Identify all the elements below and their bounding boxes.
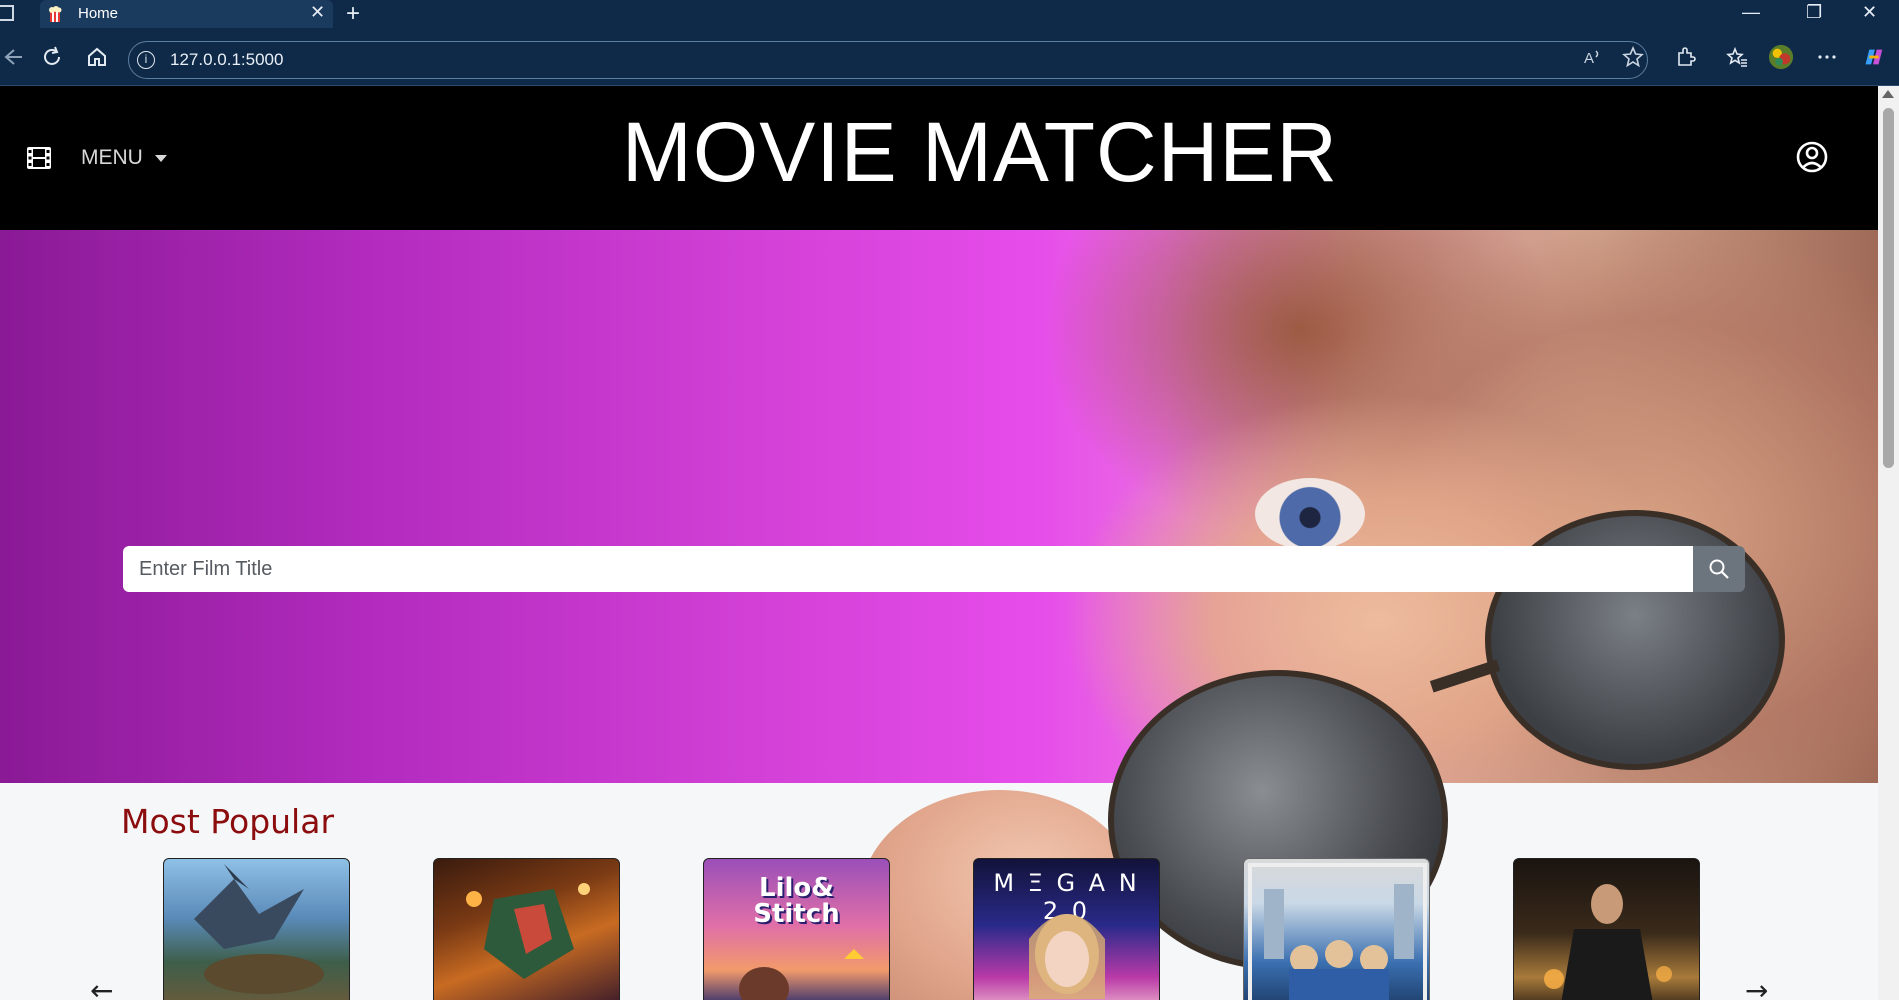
- most-popular-carousel: ← Lilo& Stitch M Ξ G A N 2.0 →: [0, 856, 1878, 1000]
- hero-sunglasses-bridge: [1429, 659, 1501, 693]
- browser-tab[interactable]: Home ✕: [40, 0, 333, 28]
- search-button[interactable]: [1693, 546, 1745, 592]
- site-header: MENU MOVIE MATCHER: [0, 86, 1878, 230]
- site-info-icon[interactable]: i: [137, 51, 155, 69]
- close-tab-icon[interactable]: ✕: [310, 2, 325, 23]
- profile-avatar-icon[interactable]: [1768, 44, 1794, 70]
- poster-art-action: [1544, 884, 1672, 1000]
- url-text[interactable]: 127.0.0.1:5000: [170, 50, 283, 70]
- poster-art-dragon: [194, 864, 324, 994]
- refresh-icon[interactable]: [39, 44, 65, 70]
- page-scrollbar[interactable]: [1878, 86, 1899, 1000]
- carousel-next-arrow[interactable]: →: [1745, 974, 1768, 1000]
- minimize-button[interactable]: —: [1742, 2, 1760, 23]
- scrollbar-thumb[interactable]: [1883, 108, 1894, 468]
- favorite-star-icon[interactable]: [1620, 44, 1646, 70]
- restore-button[interactable]: ❐: [1806, 2, 1822, 23]
- search-bar: [123, 546, 1745, 592]
- movie-poster[interactable]: [163, 858, 350, 1000]
- hero-eye: [1255, 478, 1365, 550]
- poster-art-anime: [466, 883, 590, 979]
- user-account-icon[interactable]: [1795, 140, 1829, 179]
- movie-poster[interactable]: [433, 858, 620, 1000]
- film-title-search-input[interactable]: [123, 546, 1693, 592]
- read-aloud-icon[interactable]: A: [1580, 44, 1606, 70]
- hero-banner: [0, 230, 1878, 1000]
- copilot-icon[interactable]: [1860, 44, 1886, 70]
- home-icon[interactable]: [84, 44, 110, 70]
- browser-titlebar: Home ✕ + — ❐ ✕: [0, 0, 1899, 28]
- tab-title: Home: [78, 5, 119, 22]
- svg-text:A: A: [1584, 50, 1594, 67]
- address-bar[interactable]: [128, 41, 1648, 79]
- back-icon[interactable]: [0, 44, 26, 70]
- page-viewport: MENU MOVIE MATCHER Most Popular ←: [0, 86, 1878, 1000]
- scroll-up-arrow-icon[interactable]: [1882, 90, 1894, 98]
- extensions-icon[interactable]: [1672, 44, 1698, 70]
- new-tab-button[interactable]: +: [346, 0, 360, 28]
- carousel-prev-arrow[interactable]: ←: [90, 974, 113, 1000]
- poster-art-doll: [1029, 914, 1105, 999]
- close-window-button[interactable]: ✕: [1862, 2, 1877, 23]
- most-popular-heading: Most Popular: [121, 802, 335, 841]
- tab-actions-icon[interactable]: [0, 5, 14, 21]
- popcorn-favicon-icon: [49, 6, 62, 22]
- poster-art-team: [1248, 863, 1427, 1000]
- movie-poster[interactable]: [1513, 858, 1700, 1000]
- movie-poster[interactable]: [1243, 858, 1430, 1000]
- movie-poster[interactable]: Lilo& Stitch: [703, 858, 890, 1000]
- site-title: MOVIE MATCHER: [621, 105, 1339, 199]
- search-icon: [1709, 559, 1729, 579]
- movie-poster[interactable]: M Ξ G A N 2.0: [973, 858, 1160, 1000]
- poster-art-beach: [739, 949, 864, 1000]
- favorites-icon[interactable]: [1724, 44, 1750, 70]
- more-options-icon[interactable]: [1814, 44, 1840, 70]
